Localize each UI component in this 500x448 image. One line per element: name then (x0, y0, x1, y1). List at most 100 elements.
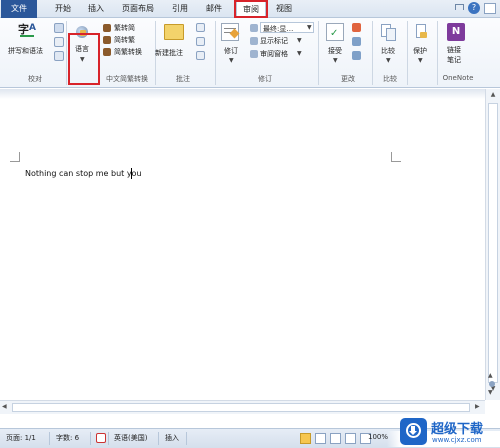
margin-mark-top-right (391, 152, 401, 162)
tab-insert[interactable]: 插入 (84, 1, 108, 17)
scroll-right-icon[interactable]: ▶ (475, 403, 480, 410)
next-comment-icon[interactable] (196, 51, 205, 60)
zoom-level[interactable]: 100% (368, 433, 388, 441)
delete-comment-icon[interactable] (196, 23, 205, 32)
chevron-down-icon: ▼ (307, 24, 312, 31)
linked-notes-button[interactable]: 链接 (447, 45, 461, 55)
horizontal-scrollbar[interactable]: ◀ ▶ (0, 400, 485, 414)
scrollbar-thumb[interactable] (488, 103, 498, 383)
previous-page-icon[interactable]: ▲ (488, 372, 493, 379)
browse-object-controls[interactable]: ▲ ▼ (486, 372, 499, 398)
protect-icon (414, 24, 428, 42)
track-changes-dropdown-icon[interactable]: ▼ (229, 57, 234, 64)
protect-dropdown-icon[interactable]: ▼ (418, 57, 423, 64)
tab-references[interactable]: 引用 (168, 1, 192, 17)
accept-dropdown-icon[interactable]: ▼ (333, 57, 338, 64)
watermark-brand: 超级下载 (431, 422, 484, 437)
onenote-icon: N (447, 23, 465, 41)
group-label-chinese-conversion: 中文简繁转换 (106, 75, 148, 83)
text-cursor (131, 168, 132, 179)
web-layout-icon[interactable] (330, 433, 341, 444)
group-separator (372, 21, 373, 85)
tab-view[interactable]: 视图 (272, 1, 296, 17)
chinese-convert-button[interactable]: 简繁转换 (114, 47, 142, 57)
tab-page-layout[interactable]: 页面布局 (116, 1, 160, 17)
status-separator (186, 432, 187, 445)
group-separator (407, 21, 408, 85)
window-restore-icon[interactable] (484, 3, 496, 14)
minimize-ribbon-icon[interactable] (455, 4, 464, 10)
tab-home[interactable]: 开始 (50, 1, 76, 17)
display-for-review-select[interactable]: 最终:显… ▼ (260, 22, 314, 33)
research-icon[interactable] (54, 23, 64, 33)
watermark-url: www.cjxz.com (432, 436, 482, 444)
previous-change-icon[interactable] (352, 37, 361, 46)
scroll-up-icon[interactable]: ▲ (488, 91, 498, 101)
show-markup-icon (250, 37, 258, 45)
help-icon[interactable]: ? (468, 2, 480, 14)
track-changes-icon (221, 23, 240, 41)
page-count[interactable]: 页面: 1/1 (6, 433, 36, 443)
status-separator (49, 432, 50, 445)
new-comment-button[interactable]: 新建批注 (155, 48, 183, 58)
group-label-comments: 批注 (176, 75, 190, 83)
to-simplified-icon (103, 24, 111, 32)
full-screen-reading-icon[interactable] (315, 433, 326, 444)
group-separator (437, 21, 438, 85)
scroll-left-icon[interactable]: ◀ (2, 403, 7, 410)
previous-comment-icon[interactable] (196, 37, 205, 46)
horizontal-scrollbar-thumb[interactable] (12, 403, 470, 412)
group-label-changes: 更改 (341, 75, 355, 83)
to-traditional-button[interactable]: 简转繁 (114, 35, 135, 45)
display-for-review-icon (250, 24, 258, 32)
margin-mark-top-left (10, 152, 20, 162)
insert-mode[interactable]: 插入 (165, 433, 179, 443)
status-separator (90, 432, 91, 445)
watermark: 超级下载 www.cjxz.com (400, 416, 500, 448)
to-simplified-button[interactable]: 繁转简 (114, 23, 135, 33)
compare-dropdown-icon[interactable]: ▼ (386, 57, 391, 64)
select-browse-object-icon[interactable] (489, 381, 495, 387)
chevron-down-icon[interactable]: ▼ (297, 50, 302, 57)
group-separator (66, 21, 67, 85)
chevron-down-icon[interactable]: ▼ (297, 37, 302, 44)
thesaurus-icon[interactable] (54, 37, 64, 47)
linked-notes-label-line-2: 笔记 (447, 56, 461, 64)
tab-mailings[interactable]: 邮件 (202, 1, 226, 17)
protect-button[interactable]: 保护 (413, 46, 427, 56)
next-page-icon[interactable]: ▼ (488, 389, 493, 396)
display-for-review-value: 最终:显… (263, 25, 294, 33)
language-highlight (68, 33, 100, 85)
ruler-shadow (0, 89, 485, 99)
vertical-scrollbar[interactable]: ▲ ▼ (485, 89, 500, 400)
accept-icon: ✓ (326, 23, 344, 41)
compare-button[interactable]: 比较 (381, 46, 395, 56)
review-pane-button[interactable]: 审阅窗格 (260, 49, 288, 59)
outline-view-icon[interactable] (345, 433, 356, 444)
track-changes-button[interactable]: 修订 (224, 46, 238, 56)
status-separator (158, 432, 159, 445)
print-layout-view-icon[interactable] (300, 433, 311, 444)
word-count-icon[interactable] (54, 51, 64, 61)
review-pane-icon (250, 50, 258, 58)
word-count[interactable]: 字数: 6 (56, 433, 79, 443)
reject-icon[interactable] (352, 23, 361, 32)
proofing-errors-icon[interactable] (96, 433, 106, 443)
group-separator (318, 21, 319, 85)
compare-icon (381, 24, 397, 42)
group-label-tracking: 修订 (258, 75, 272, 83)
ribbon: 字 A 拼写和语法 校对 语言 ▼ 繁转简 简转繁 简繁转换 中文简繁转换 新建… (0, 18, 500, 88)
document-area[interactable]: Nothing can stop me but you (0, 89, 500, 414)
show-markup-button[interactable]: 显示标记 (260, 36, 288, 46)
new-comment-icon (164, 24, 184, 40)
spelling-grammar-icon: 字 A (18, 23, 36, 37)
document-text[interactable]: Nothing can stop me but you (25, 169, 142, 178)
chinese-convert-icon (103, 48, 111, 56)
accept-button[interactable]: 接受 (328, 46, 342, 56)
download-icon (400, 418, 427, 445)
tab-file[interactable]: 文件 (1, 0, 37, 18)
next-change-icon[interactable] (352, 51, 361, 60)
language-status[interactable]: 英语(美国) (114, 433, 147, 443)
spelling-grammar-button[interactable]: 拼写和语法 (8, 46, 43, 56)
to-traditional-icon (103, 36, 111, 44)
